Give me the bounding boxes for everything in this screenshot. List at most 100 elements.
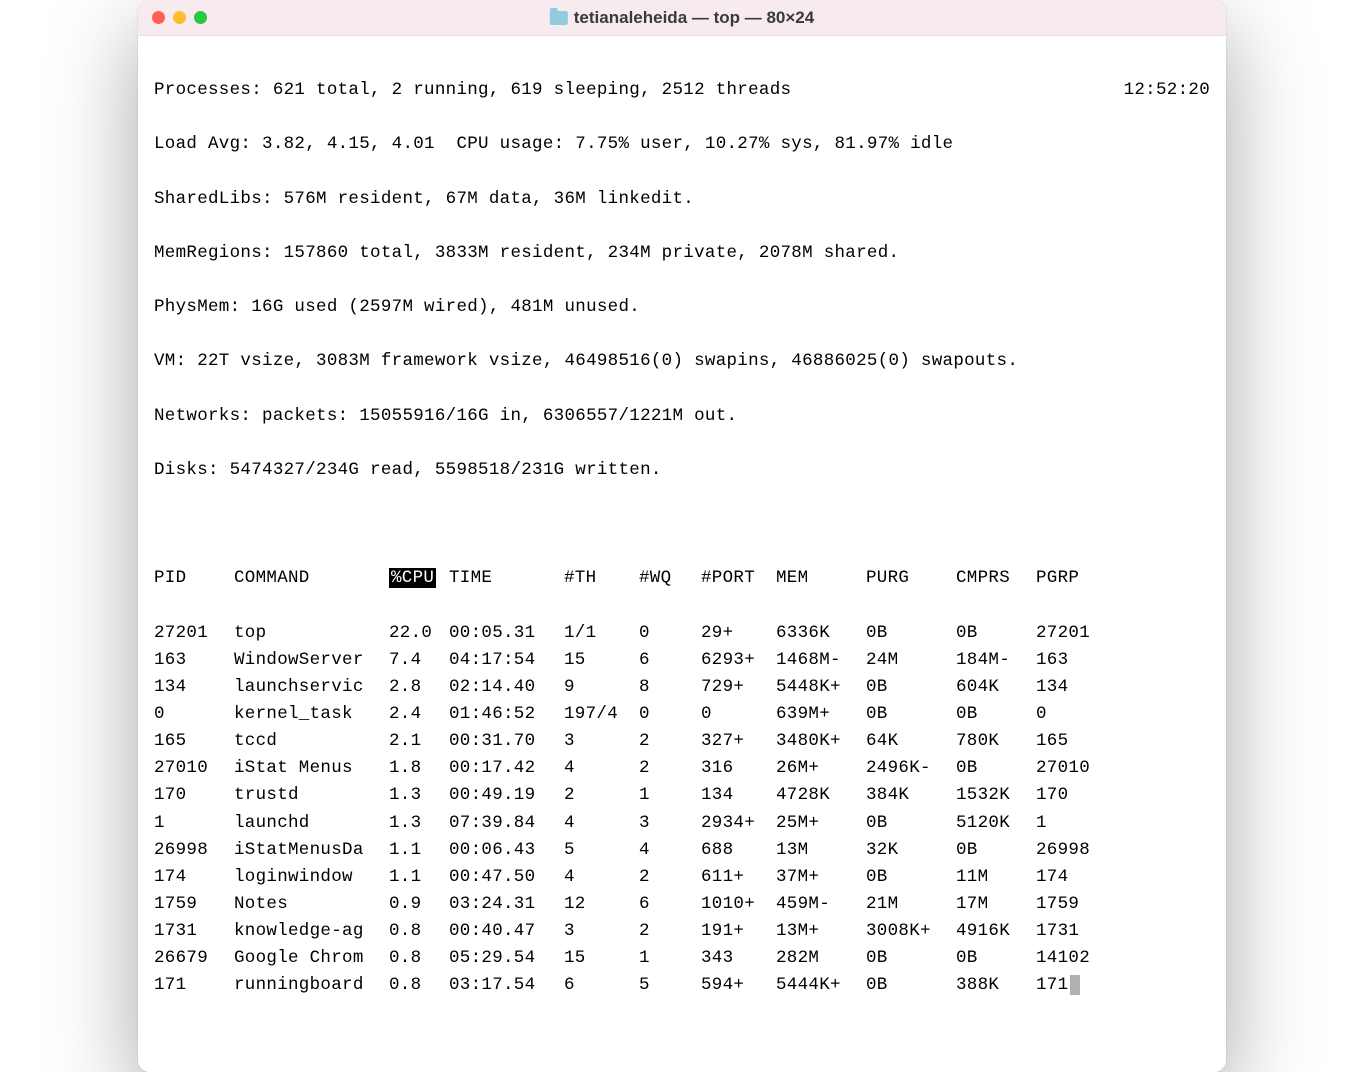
cell-command: kernel_task — [234, 701, 389, 728]
physmem-line: PhysMem: 16G used (2597M wired), 481M un… — [154, 294, 1210, 321]
maximize-button[interactable] — [194, 11, 207, 24]
memregions-line: MemRegions: 157860 total, 3833M resident… — [154, 240, 1210, 267]
cell-mem: 6336K — [776, 620, 866, 647]
col-purg[interactable]: PURG — [866, 565, 956, 592]
cell-th: 12 — [564, 891, 639, 918]
cell-pid: 27201 — [154, 620, 234, 647]
cell-wq: 2 — [639, 755, 701, 782]
col-port[interactable]: #PORT — [701, 565, 776, 592]
cell-purg: 0B — [866, 810, 956, 837]
cell-command: trustd — [234, 782, 389, 809]
cell-pid: 0 — [154, 701, 234, 728]
title-text: tetianaleheida — top — 80×24 — [574, 8, 814, 28]
table-row: 26998iStatMenusDa1.100:06.435468813M32K0… — [154, 837, 1210, 864]
cell-port: 327+ — [701, 728, 776, 755]
cell-mem: 1468M- — [776, 647, 866, 674]
cell-mem: 459M- — [776, 891, 866, 918]
cell-wq: 3 — [639, 810, 701, 837]
cell-cpu: 0.8 — [389, 918, 449, 945]
cell-th: 3 — [564, 728, 639, 755]
col-cpu[interactable]: %CPU — [389, 565, 449, 592]
cell-cmprs: 0B — [956, 755, 1036, 782]
cell-th: 4 — [564, 864, 639, 891]
titlebar[interactable]: tetianaleheida — top — 80×24 — [138, 0, 1226, 36]
table-row: 1759Notes0.903:24.311261010+459M-21M17M1… — [154, 891, 1210, 918]
table-row: 0kernel_task2.401:46:52197/400639M+0B0B0 — [154, 701, 1210, 728]
cell-port: 688 — [701, 837, 776, 864]
close-button[interactable] — [152, 11, 165, 24]
cell-pgrp: 0 — [1036, 701, 1106, 728]
col-mem[interactable]: MEM — [776, 565, 866, 592]
cell-command: loginwindow — [234, 864, 389, 891]
cell-wq: 6 — [639, 647, 701, 674]
cell-pgrp: 1731 — [1036, 918, 1106, 945]
cell-cmprs: 11M — [956, 864, 1036, 891]
cell-cpu: 1.1 — [389, 837, 449, 864]
vm-line: VM: 22T vsize, 3083M framework vsize, 46… — [154, 348, 1210, 375]
cell-cpu: 0.9 — [389, 891, 449, 918]
col-wq[interactable]: #WQ — [639, 565, 701, 592]
col-cmprs[interactable]: CMPRS — [956, 565, 1036, 592]
cell-time: 00:47.50 — [449, 864, 564, 891]
cell-port: 134 — [701, 782, 776, 809]
cell-mem: 13M+ — [776, 918, 866, 945]
cell-pid: 27010 — [154, 755, 234, 782]
cell-time: 00:05.31 — [449, 620, 564, 647]
cell-cmprs: 388K — [956, 972, 1036, 999]
cell-cpu: 2.8 — [389, 674, 449, 701]
col-th[interactable]: #TH — [564, 565, 639, 592]
cell-cmprs: 0B — [956, 620, 1036, 647]
cell-purg: 32K — [866, 837, 956, 864]
cell-pid: 1 — [154, 810, 234, 837]
cell-pgrp: 163 — [1036, 647, 1106, 674]
cell-purg: 0B — [866, 620, 956, 647]
cell-purg: 0B — [866, 674, 956, 701]
cell-pgrp: 165 — [1036, 728, 1106, 755]
cell-wq: 0 — [639, 701, 701, 728]
loadavg-line: Load Avg: 3.82, 4.15, 4.01 CPU usage: 7.… — [154, 131, 1210, 158]
cell-command: knowledge-ag — [234, 918, 389, 945]
window-title: tetianaleheida — top — 80×24 — [550, 8, 814, 28]
cell-mem: 37M+ — [776, 864, 866, 891]
cell-purg: 24M — [866, 647, 956, 674]
cell-pid: 171 — [154, 972, 234, 999]
cell-wq: 5 — [639, 972, 701, 999]
cell-pgrp: 170 — [1036, 782, 1106, 809]
cell-pid: 134 — [154, 674, 234, 701]
cell-wq: 2 — [639, 864, 701, 891]
cell-cpu: 2.1 — [389, 728, 449, 755]
table-row: 163WindowServer7.404:17:541566293+1468M-… — [154, 647, 1210, 674]
cell-port: 316 — [701, 755, 776, 782]
col-command[interactable]: COMMAND — [234, 565, 389, 592]
cell-time: 05:29.54 — [449, 945, 564, 972]
terminal-window: tetianaleheida — top — 80×24 Processes: … — [138, 0, 1226, 1072]
col-pgrp[interactable]: PGRP — [1036, 565, 1106, 592]
col-time[interactable]: TIME — [449, 565, 564, 592]
cell-th: 3 — [564, 918, 639, 945]
cell-cmprs: 0B — [956, 701, 1036, 728]
cell-cpu: 1.3 — [389, 810, 449, 837]
traffic-lights — [152, 11, 207, 24]
col-pid[interactable]: PID — [154, 565, 234, 592]
cursor — [1070, 975, 1080, 995]
cell-command: Google Chrom — [234, 945, 389, 972]
cell-cmprs: 5120K — [956, 810, 1036, 837]
cell-purg: 3008K+ — [866, 918, 956, 945]
cell-mem: 4728K — [776, 782, 866, 809]
cell-port: 611+ — [701, 864, 776, 891]
table-row: 27201top22.000:05.311/1029+6336K0B0B2720… — [154, 620, 1210, 647]
cell-pid: 26998 — [154, 837, 234, 864]
cell-cpu: 0.8 — [389, 972, 449, 999]
cell-mem: 3480K+ — [776, 728, 866, 755]
terminal-content[interactable]: Processes: 621 total, 2 running, 619 sle… — [138, 36, 1226, 1072]
cell-purg: 64K — [866, 728, 956, 755]
minimize-button[interactable] — [173, 11, 186, 24]
cell-mem: 639M+ — [776, 701, 866, 728]
cell-time: 00:40.47 — [449, 918, 564, 945]
cell-pgrp: 27010 — [1036, 755, 1106, 782]
cell-command: launchd — [234, 810, 389, 837]
cell-command: iStatMenusDa — [234, 837, 389, 864]
cell-command: runningboard — [234, 972, 389, 999]
cell-pid: 1759 — [154, 891, 234, 918]
folder-icon — [550, 11, 568, 25]
